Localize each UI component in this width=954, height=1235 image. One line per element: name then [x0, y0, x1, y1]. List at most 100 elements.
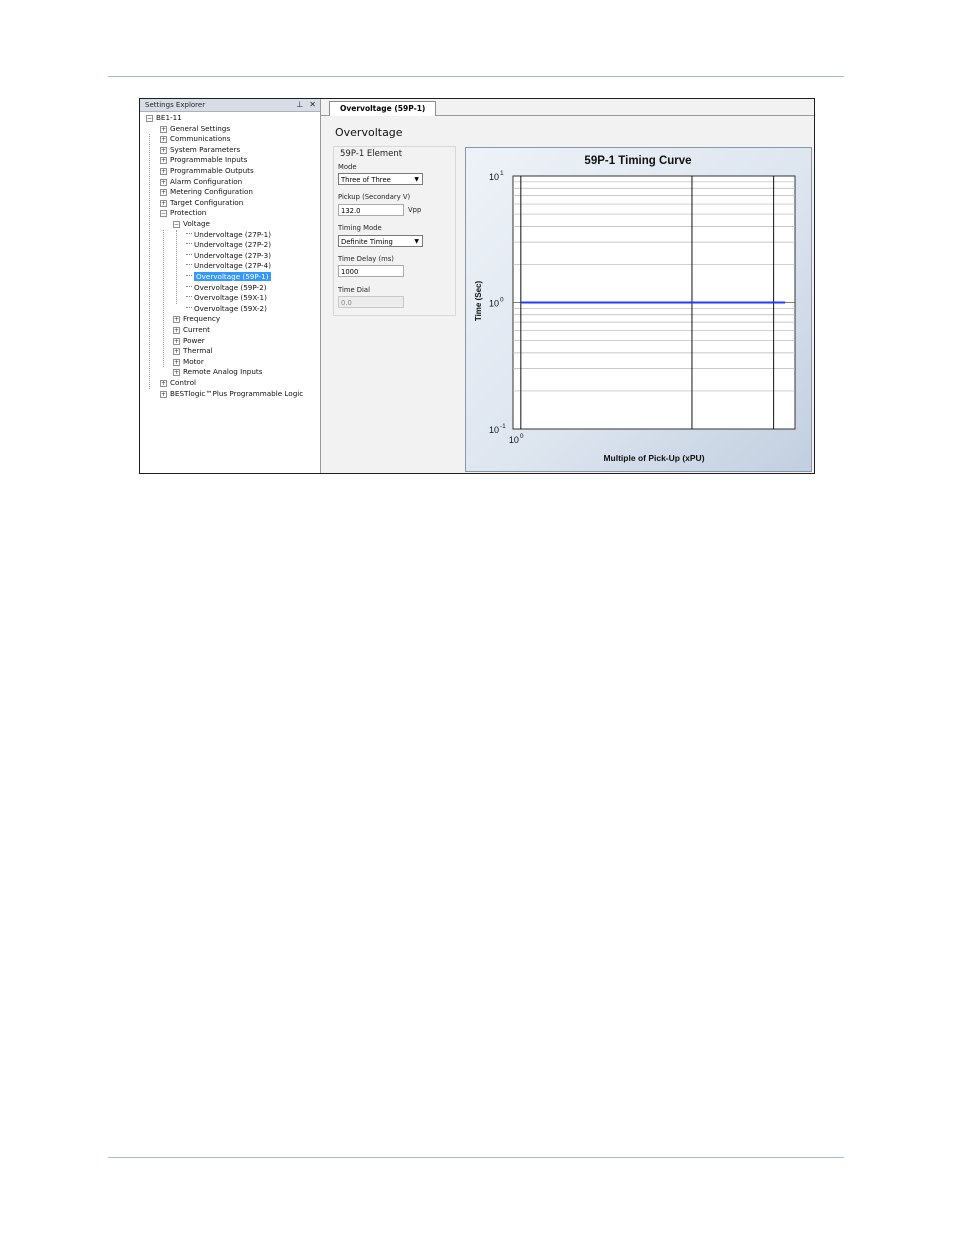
expand-icon[interactable]: +: [160, 157, 167, 165]
collapse-icon[interactable]: −: [146, 115, 153, 122]
tree-node[interactable]: + Communications: [160, 134, 230, 144]
explorer-header: Settings Explorer ⊥ ✕: [140, 99, 320, 112]
pin-icon[interactable]: ⊥: [296, 100, 303, 109]
chart-title: 59P-1 Timing Curve: [584, 155, 691, 167]
tree-node[interactable]: + Motor: [173, 357, 204, 367]
expand-icon[interactable]: +: [160, 125, 167, 133]
time-dial-label: Time Dial: [338, 286, 370, 294]
close-icon[interactable]: ✕: [309, 100, 316, 109]
settings-explorer-panel: Settings Explorer ⊥ ✕ − BE1-11 + General Set…: [140, 99, 321, 473]
section-title: Overvoltage: [335, 126, 403, 139]
time-delay-input[interactable]: 1000: [338, 265, 404, 277]
mode-value: Three of Three: [341, 176, 391, 184]
tree-node-label: Overvoltage (59P-1): [194, 272, 271, 281]
tree-node[interactable]: + Control: [160, 378, 196, 388]
tree-node[interactable]: Undervoltage (27P-3): [186, 251, 271, 261]
timing-mode-label: Timing Mode: [338, 224, 382, 232]
explorer-title: Settings Explorer: [145, 101, 206, 109]
tree-connector: [186, 275, 192, 276]
tree-node[interactable]: − Protection: [160, 208, 206, 218]
tree-node-label: Programmable Outputs: [170, 166, 254, 175]
expand-icon[interactable]: +: [160, 146, 167, 154]
tree-node[interactable]: + Remote Analog Inputs: [173, 367, 263, 377]
tree-node[interactable]: Undervoltage (27P-1): [186, 230, 271, 240]
tree-node[interactable]: + System Parameters: [160, 145, 240, 155]
tree-node[interactable]: + BESTlogic™Plus Programmable Logic: [160, 389, 303, 399]
bottom-rule: [108, 1157, 844, 1158]
tree-node[interactable]: Overvoltage (59X-1): [186, 293, 267, 303]
tree-node-label: Overvoltage (59X-1): [194, 293, 267, 303]
tree-connector: [186, 296, 192, 298]
tree-node-label: Undervoltage (27P-3): [194, 250, 271, 260]
tree-node[interactable]: + Metering Configuration: [160, 187, 253, 197]
expand-icon[interactable]: +: [160, 136, 167, 144]
y-tick-label: 10: [489, 425, 499, 435]
tree-node[interactable]: − Voltage: [173, 219, 210, 229]
tab-overvoltage-59p-1[interactable]: Overvoltage (59P-1): [329, 101, 437, 116]
tree-node-label: BE1-11: [156, 113, 182, 122]
tree-node-label: Remote Analog Inputs: [183, 367, 263, 377]
tree-node-label: BESTlogic™Plus Programmable Logic: [170, 388, 304, 398]
tree-node-selected[interactable]: Overvoltage (59P-1): [186, 272, 271, 282]
expand-icon[interactable]: +: [160, 168, 167, 175]
y-tick-label: 10: [489, 172, 499, 182]
tree-node-label: General Settings: [170, 123, 231, 133]
tree-node-label: Alarm Configuration: [170, 176, 243, 186]
expand-icon[interactable]: +: [160, 390, 167, 398]
tree-node[interactable]: + Alarm Configuration: [160, 177, 242, 187]
expand-icon[interactable]: +: [173, 369, 180, 377]
expand-icon[interactable]: +: [173, 316, 180, 324]
expand-icon[interactable]: +: [173, 348, 180, 356]
tree-node[interactable]: Undervoltage (27P-2): [186, 240, 271, 250]
tree-connector: [186, 232, 192, 234]
expand-icon[interactable]: +: [160, 178, 167, 186]
tree-guide-line: [176, 229, 177, 304]
timing-mode-select[interactable]: Definite Timing ▼: [338, 235, 423, 247]
tree-node[interactable]: + Frequency: [173, 314, 220, 324]
expand-icon[interactable]: +: [173, 337, 180, 345]
tab-strip: Overvoltage (59P-1): [321, 99, 814, 116]
tree-guide-line: [149, 134, 150, 389]
x-axis-label: Multiple of Pick-Up (xPU): [603, 453, 704, 463]
expand-icon[interactable]: +: [173, 358, 180, 366]
tree-node-label: Frequency: [183, 314, 221, 324]
mode-select[interactable]: Three of Three ▼: [338, 173, 423, 185]
tree-guide-line: [163, 229, 164, 368]
tree-connector: [186, 264, 192, 266]
tree-node[interactable]: Overvoltage (59P-2): [186, 283, 267, 293]
tree-node-label: Undervoltage (27P-1): [194, 229, 271, 239]
tree-connector: [186, 243, 192, 245]
tree-node-label: Overvoltage (59X-2): [194, 303, 267, 313]
tree-node-label: System Parameters: [170, 144, 241, 154]
tree-node[interactable]: + Target Configuration: [160, 198, 243, 208]
y-tick-label-exponent: -1: [500, 423, 506, 430]
tree-node-label: Control: [170, 378, 196, 387]
tree-node[interactable]: + General Settings: [160, 124, 230, 134]
top-rule: [108, 76, 844, 77]
chevron-down-icon: ▼: [414, 238, 419, 245]
tree-node[interactable]: Undervoltage (27P-4): [186, 261, 271, 271]
tree-node-label: Motor: [183, 356, 204, 366]
tree-node[interactable]: + Programmable Inputs: [160, 155, 247, 165]
tree-node[interactable]: + Current: [173, 325, 210, 335]
expand-icon[interactable]: +: [173, 327, 180, 334]
time-delay-label: Time Delay (ms): [338, 255, 394, 263]
tree-node[interactable]: + Power: [173, 336, 205, 346]
tree-node[interactable]: + Thermal: [173, 346, 213, 356]
collapse-icon[interactable]: −: [173, 221, 180, 228]
tree-node[interactable]: Overvoltage (59X-2): [186, 304, 267, 314]
group-title: 59P-1 Element: [340, 149, 403, 159]
pickup-input[interactable]: 132.0: [338, 204, 404, 216]
tree-node-root[interactable]: − BE1-11: [146, 113, 182, 123]
collapse-icon[interactable]: −: [160, 210, 167, 218]
tree-node-label: Metering Configuration: [170, 187, 253, 197]
expand-icon[interactable]: +: [160, 380, 167, 387]
expand-icon[interactable]: +: [160, 199, 167, 207]
expand-icon[interactable]: +: [160, 189, 167, 197]
tree-node-label: Voltage: [183, 219, 210, 228]
mode-label: Mode: [338, 163, 357, 171]
tree-node[interactable]: + Programmable Outputs: [160, 166, 254, 176]
pickup-unit: Vpp: [408, 206, 422, 214]
tree-node-label: Programmable Inputs: [170, 155, 248, 165]
chevron-down-icon: ▼: [414, 176, 419, 183]
